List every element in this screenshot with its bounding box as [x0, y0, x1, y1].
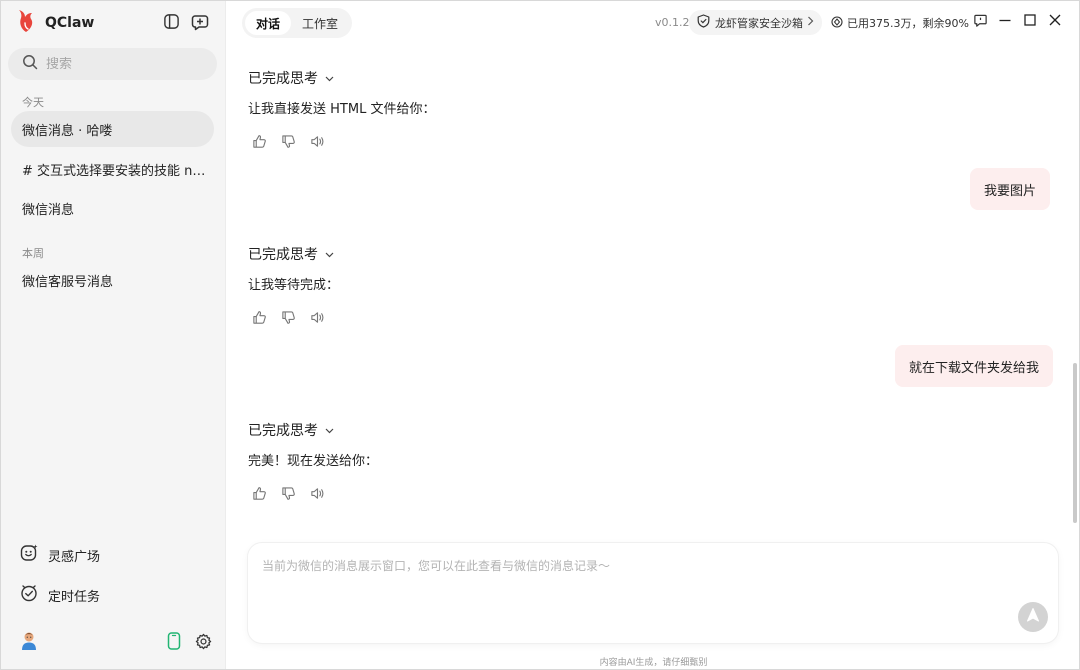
speaker-icon[interactable]: [310, 310, 325, 325]
speaker-icon[interactable]: [310, 134, 325, 149]
thumbs-down-icon[interactable]: [281, 134, 296, 149]
sidebar: QClaw 今天 微信消息 · 哈喽 # 交互式选择要安装的技能 npx ski…: [1, 1, 226, 669]
message-actions: [252, 134, 339, 149]
assistant-message: 让我等待完成：: [248, 278, 340, 293]
thinking-label: 已完成思考: [248, 71, 318, 87]
chevron-down-icon: [325, 422, 334, 438]
token-coin-icon: [831, 15, 843, 31]
avatar[interactable]: [20, 631, 38, 655]
message-composer: [248, 543, 1058, 643]
app-name: QClaw: [45, 15, 95, 31]
conversation-item[interactable]: # 交互式选择要安装的技能 npx skills add: [11, 151, 214, 187]
disclaimer-footer: 内容由AI生成，请仔细甄别: [1, 655, 1079, 668]
chat-scrollbar[interactable]: [1073, 363, 1077, 523]
new-chat-icon[interactable]: [191, 13, 209, 31]
minimize-icon[interactable]: [998, 13, 1014, 29]
conversation-title: 微信消息 · 哈喽: [22, 123, 113, 139]
message-actions: [252, 310, 339, 325]
section-label-today: 今天: [22, 96, 44, 109]
smiley-face-icon: [20, 544, 38, 566]
thinking-toggle[interactable]: 已完成思考: [248, 244, 334, 264]
chevron-right-icon: [807, 16, 814, 29]
brand: QClaw: [15, 9, 95, 37]
phone-device-icon[interactable]: [167, 632, 181, 654]
shield-check-icon: [697, 14, 710, 31]
close-icon[interactable]: [1048, 13, 1064, 29]
thinking-toggle[interactable]: 已完成思考: [248, 68, 334, 88]
maximize-icon[interactable]: [1023, 13, 1039, 29]
mode-tabs: 对话 工作室: [242, 8, 352, 38]
tab-studio[interactable]: 工作室: [291, 11, 349, 35]
inspiration-plaza-label: 灵感广场: [48, 549, 101, 565]
conversation-title: 微信消息: [22, 202, 75, 218]
usage-indicator: 已用375.3万，剩余90%: [831, 15, 969, 31]
thinking-toggle[interactable]: 已完成思考: [248, 420, 334, 440]
speaker-icon[interactable]: [310, 486, 325, 501]
conversation-item[interactable]: 微信客服号消息: [11, 262, 214, 298]
sandbox-label: 龙虾管家安全沙箱: [715, 16, 803, 30]
message-input[interactable]: [262, 557, 1002, 627]
search-box[interactable]: [8, 48, 217, 80]
thumbs-up-icon[interactable]: [252, 134, 267, 149]
scheduled-tasks-label: 定时任务: [48, 589, 101, 605]
chevron-down-icon: [325, 246, 334, 262]
section-label-this-week: 本周: [22, 247, 44, 260]
thumbs-up-icon[interactable]: [252, 310, 267, 325]
conversation-item[interactable]: 微信消息 · 哈喽: [11, 111, 214, 147]
send-arrow-icon: [1026, 607, 1040, 627]
message-actions: [252, 486, 339, 501]
thumbs-down-icon[interactable]: [281, 310, 296, 325]
inspiration-plaza-link[interactable]: 灵感广场: [20, 544, 100, 566]
chevron-down-icon: [325, 70, 334, 86]
disclaimer-text: 内容由AI生成，请仔细甄别: [599, 658, 708, 668]
sidebar-toggle-icon[interactable]: [163, 13, 181, 31]
thumbs-up-icon[interactable]: [252, 486, 267, 501]
thinking-label: 已完成思考: [248, 423, 318, 439]
gear-icon[interactable]: [195, 633, 212, 654]
conversation-title: # 交互式选择要安装的技能 npx skills add: [22, 163, 207, 179]
assistant-message: 让我直接发送 HTML 文件给你：: [248, 102, 436, 117]
sidebar-footer: [1, 629, 226, 657]
security-sandbox-button[interactable]: 龙虾管家安全沙箱: [689, 10, 822, 35]
scheduled-tasks-link[interactable]: 定时任务: [20, 584, 100, 606]
thinking-label: 已完成思考: [248, 247, 318, 263]
assistant-message: 完美！现在发送给你：: [248, 454, 379, 469]
qclaw-logo-icon: [15, 9, 37, 37]
clock-check-icon: [20, 584, 38, 606]
conversation-title: 微信客服号消息: [22, 274, 114, 290]
app-window: QClaw 今天 微信消息 · 哈喽 # 交互式选择要安装的技能 npx ski…: [0, 0, 1080, 670]
user-message: 我要图片: [970, 168, 1051, 210]
conversation-item[interactable]: 微信消息: [11, 190, 214, 226]
feedback-icon[interactable]: [973, 13, 989, 29]
search-icon: [22, 54, 38, 74]
user-message: 就在下载文件夹发给我: [895, 345, 1054, 387]
search-input[interactable]: [46, 56, 196, 72]
usage-label: 已用375.3万，剩余90%: [847, 17, 969, 30]
tab-chat[interactable]: 对话: [245, 11, 291, 35]
send-button[interactable]: [1018, 602, 1048, 632]
thumbs-down-icon[interactable]: [281, 486, 296, 501]
